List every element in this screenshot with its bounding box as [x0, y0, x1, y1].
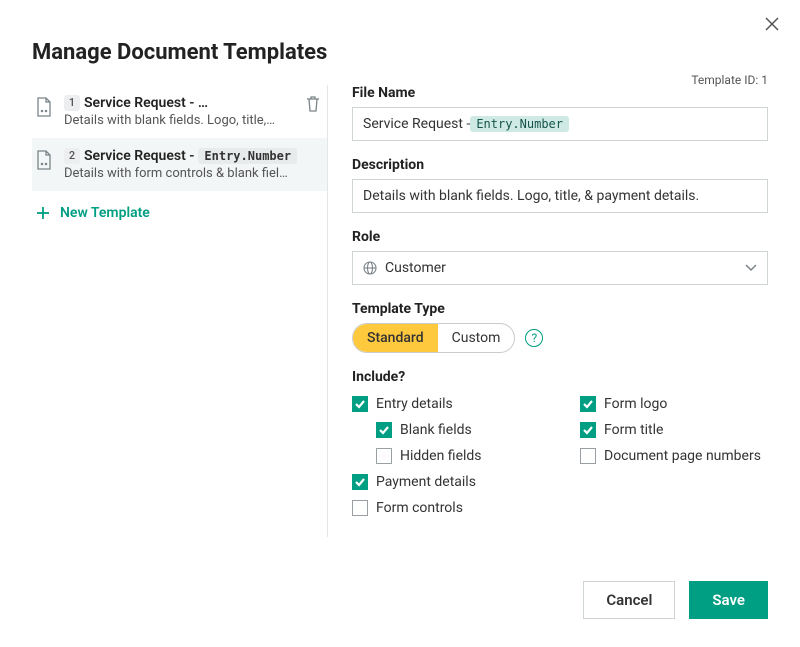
include-option[interactable]: Form controls	[352, 495, 540, 521]
token-chip: Entry.Number	[470, 116, 569, 132]
description-input[interactable]: Details with blank fields. Logo, title, …	[352, 179, 768, 213]
chevron-down-icon	[745, 260, 757, 276]
dialog-title: Manage Document Templates	[0, 0, 800, 85]
role-select[interactable]: Customer	[352, 251, 768, 285]
plus-icon	[36, 206, 50, 220]
include-option-label: Blank fields	[400, 422, 472, 438]
trash-icon[interactable]	[305, 95, 321, 113]
description-text: Details with blank fields. Logo, title, …	[363, 188, 699, 204]
document-icon	[36, 150, 52, 170]
template-number-badge: 1	[64, 95, 80, 111]
template-type-custom[interactable]: Custom	[438, 324, 515, 352]
template-list-item[interactable]: 2 Service Request - Entry.Number Details…	[32, 138, 327, 191]
template-type-toggle: Standard Custom	[352, 323, 515, 353]
template-type-label: Template Type	[352, 301, 768, 317]
include-option[interactable]: Entry details	[352, 391, 540, 417]
include-option-label: Entry details	[376, 396, 453, 412]
template-list-item[interactable]: 1 Service Request - … Details with blank…	[32, 85, 327, 138]
include-option-label: Hidden fields	[400, 448, 482, 464]
include-label: Include?	[352, 369, 768, 385]
new-template-label: New Template	[60, 205, 150, 221]
include-option-label: Payment details	[376, 474, 476, 490]
include-option-label: Form title	[604, 422, 663, 438]
template-number-badge: 2	[64, 148, 80, 164]
include-option-label: Form logo	[604, 396, 667, 412]
checkbox[interactable]	[580, 448, 596, 464]
globe-icon	[363, 261, 377, 275]
template-id-label: Template ID: 1	[691, 73, 768, 87]
template-item-title: Service Request -	[84, 148, 194, 164]
description-label: Description	[352, 157, 768, 173]
role-value: Customer	[385, 260, 446, 276]
file-name-input[interactable]: Service Request - Entry.Number	[352, 107, 768, 141]
role-label: Role	[352, 229, 768, 245]
checkbox[interactable]	[352, 396, 368, 412]
template-type-standard[interactable]: Standard	[353, 324, 438, 352]
template-detail-pane: Template ID: 1 File Name Service Request…	[328, 85, 768, 537]
include-option-label: Form controls	[376, 500, 463, 516]
checkbox[interactable]	[376, 422, 392, 438]
token-chip: Entry.Number	[198, 148, 297, 164]
file-name-label: File Name	[352, 85, 768, 101]
template-item-desc: Details with blank fields. Logo, title,…	[64, 113, 319, 128]
document-icon	[36, 97, 52, 117]
include-option[interactable]: Blank fields	[352, 417, 540, 443]
help-icon[interactable]: ?	[525, 329, 543, 347]
include-option[interactable]: Form logo	[580, 391, 768, 417]
template-item-desc: Details with form controls & blank fiel…	[64, 166, 319, 181]
checkbox[interactable]	[580, 422, 596, 438]
checkbox[interactable]	[352, 500, 368, 516]
include-option[interactable]: Payment details	[352, 469, 540, 495]
checkbox[interactable]	[376, 448, 392, 464]
include-option[interactable]: Hidden fields	[352, 443, 540, 469]
include-option[interactable]: Document page numbers	[580, 443, 768, 469]
file-name-text: Service Request -	[363, 116, 470, 132]
cancel-button[interactable]: Cancel	[583, 581, 675, 619]
checkbox[interactable]	[352, 474, 368, 490]
save-button[interactable]: Save	[689, 581, 768, 619]
checkbox[interactable]	[580, 396, 596, 412]
template-item-title: Service Request - …	[84, 95, 208, 111]
close-icon[interactable]	[764, 16, 780, 32]
template-list: 1 Service Request - … Details with blank…	[32, 85, 328, 537]
include-option[interactable]: Form title	[580, 417, 768, 443]
new-template-button[interactable]: New Template	[32, 191, 327, 235]
include-option-label: Document page numbers	[604, 448, 761, 464]
